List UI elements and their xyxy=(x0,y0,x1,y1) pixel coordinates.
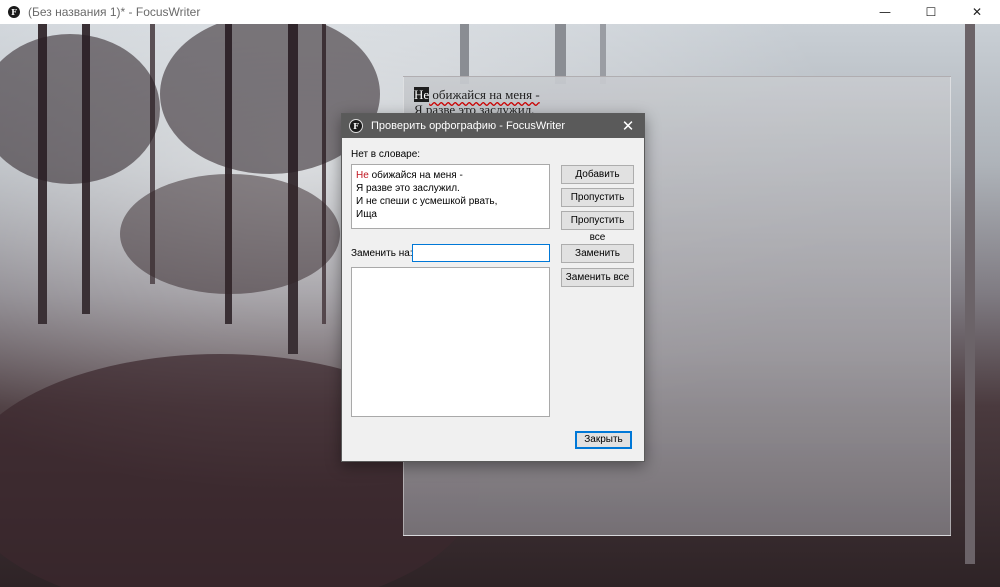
tree-trunk xyxy=(965,24,975,564)
focuswriter-app-icon: F xyxy=(8,6,20,18)
dialog-close-icon[interactable]: ✕ xyxy=(618,116,638,136)
context-line-1: Не обижайся на меня - xyxy=(356,169,545,182)
dialog-titlebar: F Проверить орфографию - FocusWriter ✕ xyxy=(342,114,644,138)
tree-foliage xyxy=(120,174,340,294)
misspelled-context-box[interactable]: Не обижайся на меня - Я разве это заслуж… xyxy=(351,164,550,229)
tree-trunk xyxy=(460,24,469,84)
window-close-button[interactable]: ✕ xyxy=(954,0,1000,24)
replace-with-label: Заменить на: xyxy=(351,248,413,259)
context-line-4: Ища xyxy=(356,209,377,220)
suggestions-list[interactable] xyxy=(351,267,550,417)
replace-all-button[interactable]: Заменить все xyxy=(561,268,634,287)
misspelled-word: Не xyxy=(356,170,369,181)
dialog-title: Проверить орфографию - FocusWriter xyxy=(371,120,566,132)
context-line-3: И не спеши с усмешкой рвать, xyxy=(356,196,498,207)
skip-button[interactable]: Пропустить xyxy=(561,188,634,207)
editor-line-1-rest: обижайся на меня - xyxy=(429,87,540,102)
focuswriter-dialog-icon: F xyxy=(349,119,363,133)
close-button[interactable]: Закрыть xyxy=(575,431,632,449)
tree-trunk xyxy=(555,24,566,84)
spellcheck-dialog: F Проверить орфографию - FocusWriter ✕ Н… xyxy=(341,113,645,462)
replace-with-input[interactable] xyxy=(412,244,550,262)
editor-line-1: Не обижайся на меня - xyxy=(414,87,540,102)
maximize-button[interactable]: ☐ xyxy=(908,0,954,24)
replace-button[interactable]: Заменить xyxy=(561,244,634,263)
add-button[interactable]: Добавить xyxy=(561,165,634,184)
not-in-dictionary-label: Нет в словаре: xyxy=(351,149,421,160)
tree-trunk xyxy=(600,24,606,84)
context-line-2: Я разве это заслужил. xyxy=(356,183,460,194)
highlighted-misspelled-word: Не xyxy=(414,87,430,102)
window-titlebar: F (Без названия 1)* - FocusWriter — ☐ ✕ xyxy=(0,0,1000,24)
skip-all-button[interactable]: Пропустить все xyxy=(561,211,634,243)
context-line-1-rest: обижайся на меня - xyxy=(368,170,463,181)
window-title: (Без названия 1)* - FocusWriter xyxy=(28,5,201,19)
minimize-button[interactable]: — xyxy=(862,0,908,24)
